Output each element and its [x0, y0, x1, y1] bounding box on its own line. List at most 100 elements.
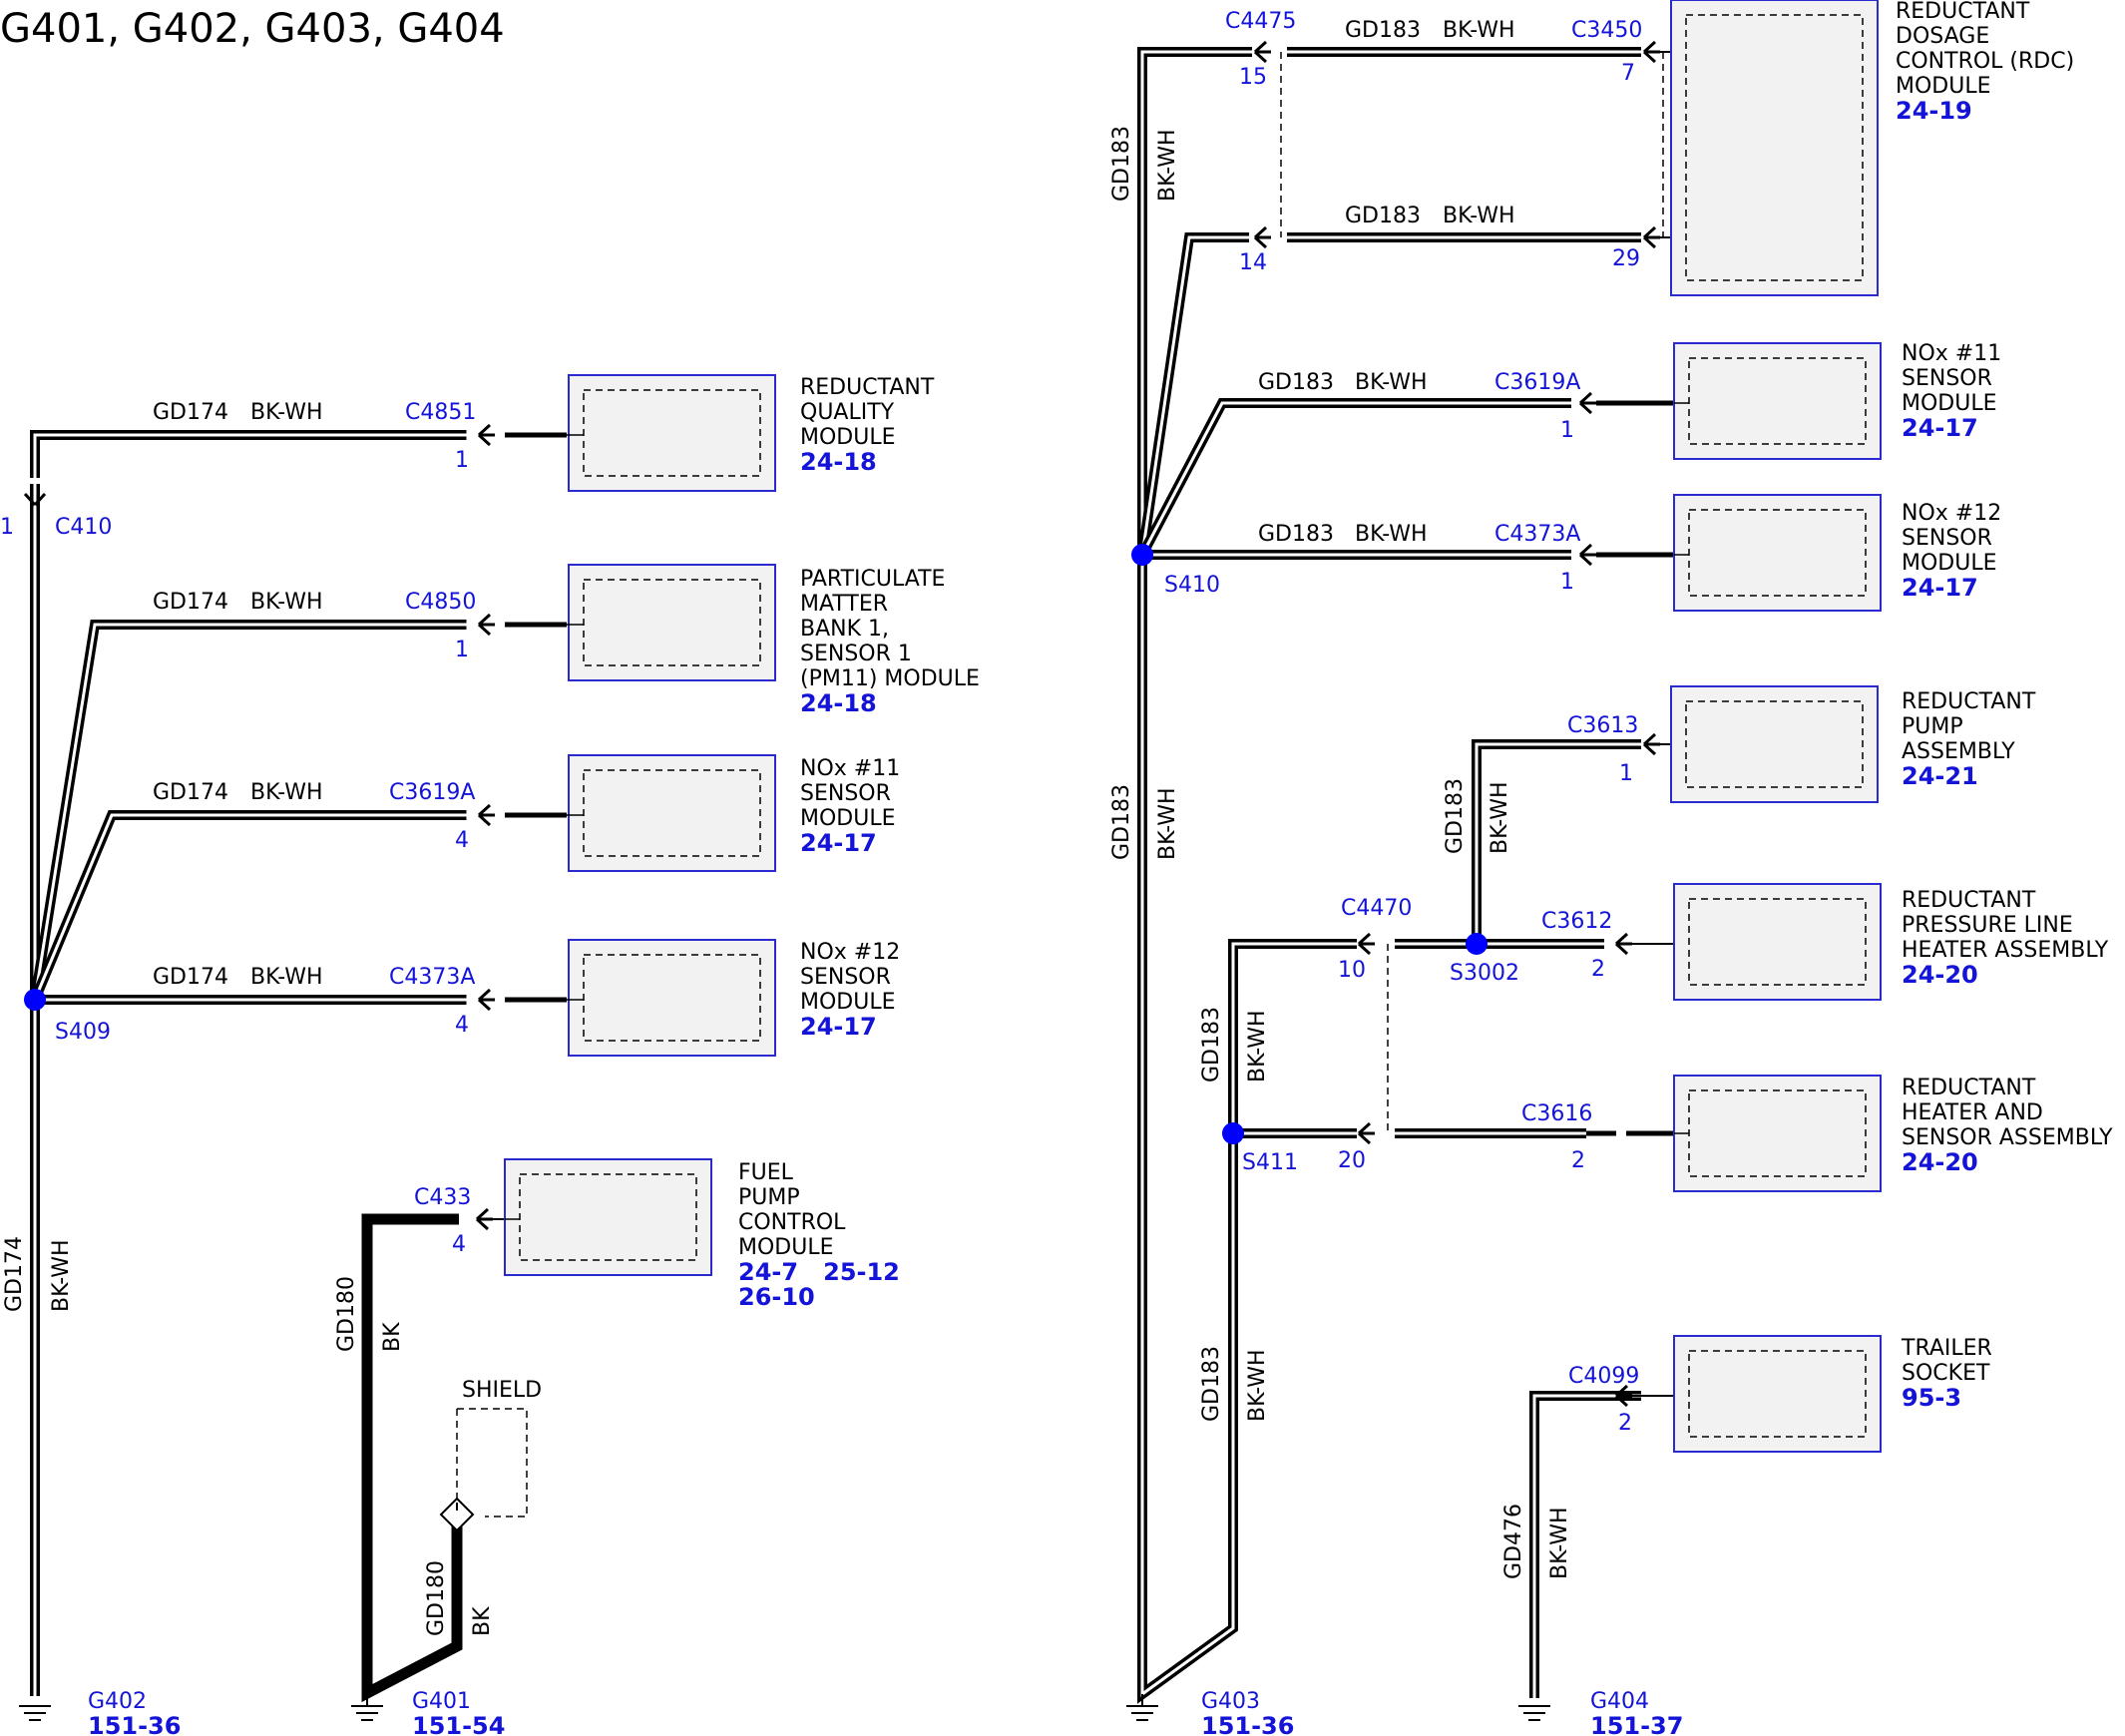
gd183-harness [1137, 47, 1641, 1704]
pin-number: 4 [452, 1232, 466, 1257]
reductant-quality-line-2: QUALITY [800, 400, 895, 425]
gd174-harness [30, 430, 469, 1696]
box-heater-sensor-assembly [1673, 1075, 1882, 1192]
nox12-right-ref[interactable]: 24-17 [1902, 574, 1978, 602]
connector-c3450: C3450 [1571, 18, 1642, 43]
box-nox11-left [568, 754, 776, 872]
wire-label-gd183: GD183 [1109, 126, 1134, 202]
wire-label-gd183: GD183 [1345, 18, 1421, 43]
wire-label-bk-wh: BK-WH [1155, 787, 1180, 860]
pump-assembly-line-2: PUMP [1902, 714, 1963, 739]
ground-name-g403: G403 [1201, 1689, 1260, 1714]
nox12-right-line-2: SENSOR [1902, 526, 1992, 551]
pin-number: 2 [1591, 957, 1605, 982]
heater-sensor-line-1: REDUCTANT [1902, 1076, 2036, 1100]
wire-label-bk-wh: BK-WH [1547, 1507, 1572, 1579]
wire-label-bk: BK [380, 1322, 405, 1352]
pin-number: 15 [1239, 65, 1267, 90]
fuel-pump-ref[interactable]: 24-7 25-12 [738, 1258, 900, 1286]
pressure-line-ref[interactable]: 24-20 [1902, 961, 1978, 989]
connector-c4470: C4470 [1341, 896, 1412, 921]
wire-label-gd183: GD183 [1199, 1007, 1224, 1083]
box-fuel-pump-control-module [504, 1158, 712, 1276]
pin-number: 2 [1571, 1148, 1585, 1173]
nox11-left-line-1: NOx #11 [800, 756, 900, 781]
left-connector-arrows [477, 423, 497, 1012]
wire-label-gd180: GD180 [424, 1560, 449, 1636]
wire-label-gd183: GD183 [1199, 1346, 1224, 1422]
wire-label-bk-wh: BK-WH [1155, 129, 1180, 202]
ground-ref-g404: 151-37 [1590, 1712, 1683, 1736]
nox11-right-ref[interactable]: 24-17 [1902, 414, 1978, 442]
nox12-right-line-1: NOx #12 [1902, 501, 2001, 526]
wire-label-bk-wh: BK-WH [1443, 204, 1515, 228]
fuel-pump-line-2: PUMP [738, 1185, 800, 1210]
wire-label-bk-wh: BK-WH [1355, 370, 1428, 395]
box-nox12-right [1673, 494, 1882, 612]
splice-s3002 [1466, 933, 1488, 955]
wire-label-gd174: GD174 [153, 400, 228, 425]
splice-s409 [24, 989, 46, 1011]
fuel-pump-ref-2[interactable]: 26-10 [738, 1283, 815, 1311]
pump-assembly-ref[interactable]: 24-21 [1902, 762, 1978, 790]
pin-number: 10 [1338, 958, 1366, 983]
connector-c3616: C3616 [1521, 1101, 1592, 1126]
reductant-quality-ref[interactable]: 24-18 [800, 448, 877, 476]
heater-sensor-ref[interactable]: 24-20 [1902, 1148, 1978, 1176]
box-nox12-left [568, 939, 776, 1057]
nox12-left-line-1: NOx #12 [800, 940, 900, 965]
wire-label-bk-wh: BK-WH [1245, 1349, 1270, 1422]
fuel-pump-line-3: CONTROL [738, 1210, 846, 1235]
trailer-socket-ref[interactable]: 95-3 [1902, 1384, 1961, 1412]
trailer-socket-line-2: SOCKET [1902, 1361, 1990, 1386]
rdc-line-4: MODULE [1896, 74, 1991, 99]
pin-number: 1 [455, 448, 469, 473]
ground-ref-g402: 151-36 [88, 1712, 181, 1736]
pressure-line-line-2: PRESSURE LINE [1902, 913, 2073, 938]
nox11-left-ref[interactable]: 24-17 [800, 829, 877, 857]
wire-label-bk-wh: BK-WH [1355, 522, 1428, 547]
pressure-line-line-1: REDUCTANT [1902, 888, 2036, 913]
wire-label-gd174: GD174 [153, 590, 228, 615]
splice-label-s409: S409 [55, 1020, 111, 1045]
wire-label-bk: BK [470, 1606, 495, 1636]
heater-sensor-line-2: HEATER AND [1902, 1100, 2043, 1125]
shield-outline [456, 1408, 528, 1518]
wire-label-bk-wh: BK-WH [250, 400, 323, 425]
wire-label-gd183: GD183 [1443, 778, 1468, 854]
pin-number: 7 [1621, 61, 1635, 86]
box-trailer-socket [1673, 1335, 1882, 1453]
pin-number: 29 [1612, 246, 1640, 271]
nox11-right-line-2: SENSOR [1902, 366, 1992, 391]
pin-number: 14 [1239, 250, 1267, 275]
nox11-right-line-1: NOx #11 [1902, 341, 2001, 366]
nox12-left-ref[interactable]: 24-17 [800, 1013, 877, 1041]
wire-label-bk-wh: BK-WH [250, 780, 323, 805]
connector-c4373a: C4373A [389, 965, 475, 990]
box-nox11-right [1673, 342, 1882, 460]
particulate-matter-ref[interactable]: 24-18 [800, 689, 877, 717]
box-reductant-quality-module [568, 374, 776, 492]
ground-name-g404: G404 [1590, 1689, 1649, 1714]
fuel-pump-line-4: MODULE [738, 1235, 834, 1260]
ground-ref-g401: 151-54 [412, 1712, 505, 1736]
nox12-left-line-3: MODULE [800, 990, 896, 1015]
nox11-left-line-2: SENSOR [800, 781, 891, 806]
pin-number: 1 [0, 515, 14, 540]
rdc-line-3: CONTROL (RDC) [1896, 49, 2074, 74]
rdc-ref[interactable]: 24-19 [1896, 97, 1972, 125]
reductant-quality-line-3: MODULE [800, 425, 896, 450]
splice-label-s411: S411 [1242, 1150, 1298, 1175]
connector-c3612: C3612 [1541, 909, 1612, 934]
connector-c3613: C3613 [1567, 713, 1638, 738]
nox12-right-line-3: MODULE [1902, 551, 1997, 576]
pin-number: 1 [1560, 570, 1574, 595]
pin-number: 4 [455, 828, 469, 853]
ground-name-g401: G401 [412, 1689, 471, 1714]
nox11-left-line-3: MODULE [800, 806, 896, 831]
wire-label-bk-wh: BK-WH [250, 965, 323, 990]
nox11-right-line-3: MODULE [1902, 391, 1997, 416]
connector-c3619a: C3619A [1494, 370, 1580, 395]
left-module-stubs [505, 432, 567, 1003]
shield-label: SHIELD [462, 1378, 542, 1403]
